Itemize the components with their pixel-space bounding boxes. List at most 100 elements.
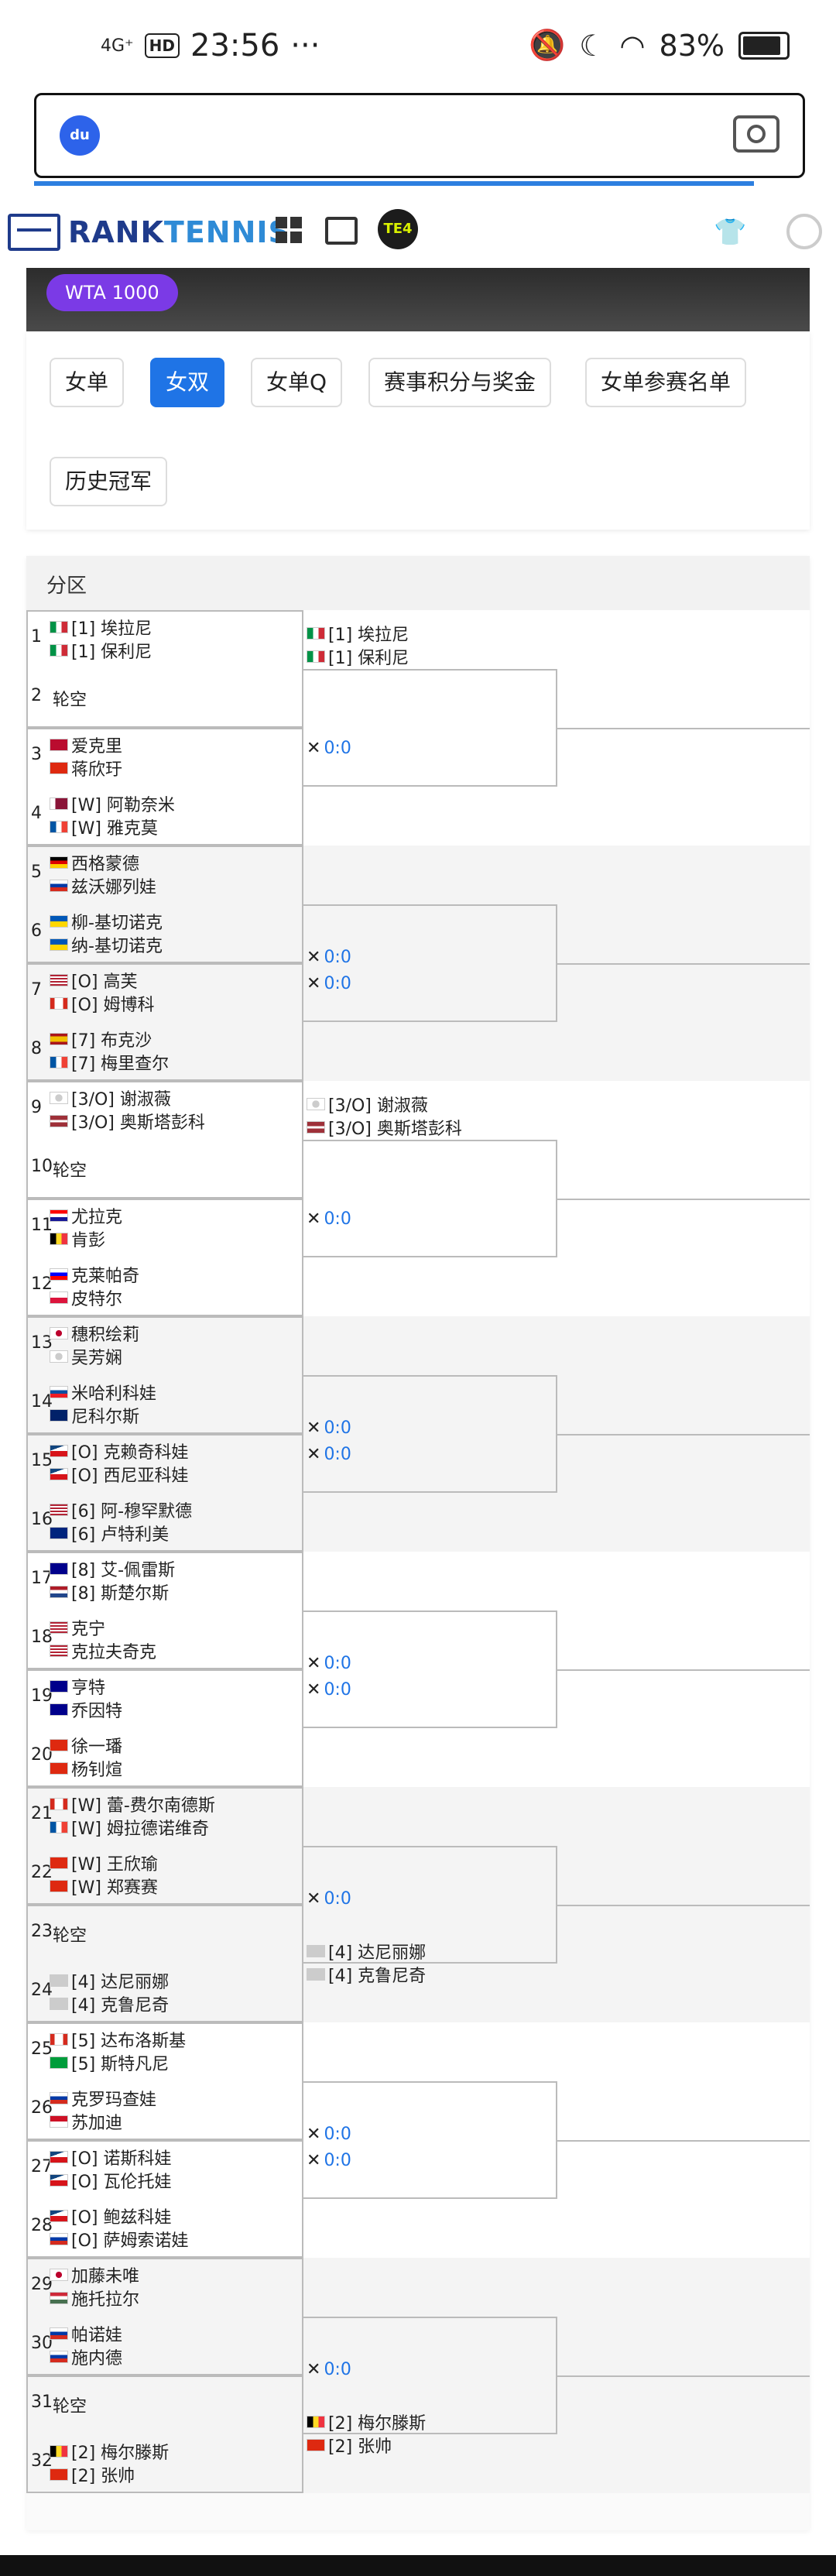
player-name[interactable]: 米哈利科娃	[50, 1380, 156, 1405]
match-score[interactable]: ✕ 0:0	[307, 1209, 351, 1229]
advanced-player[interactable]: [1] 埃拉尼	[307, 621, 409, 646]
player-name[interactable]: [O] 高芙	[50, 968, 137, 993]
player-name[interactable]: [3/O] 谢淑薇	[50, 1086, 171, 1110]
player-name[interactable]: [O] 姆博科	[50, 991, 154, 1016]
advanced-player[interactable]: [4] 克鲁尼奇	[307, 1962, 426, 1987]
match-score[interactable]: ✕ 0:0	[307, 1889, 351, 1909]
player-name[interactable]: 克莱帕奇	[50, 1262, 139, 1287]
match-score[interactable]: ✕ 0:0	[307, 974, 351, 993]
search-bar[interactable]: du	[34, 93, 805, 178]
match-score[interactable]: ✕ 0:0	[307, 739, 351, 758]
player-name[interactable]: [1] 埃拉尼	[50, 615, 152, 640]
brand-logo[interactable]: RANKTENNIS	[8, 214, 290, 251]
tab-entry-list[interactable]: 女单参赛名单	[585, 358, 747, 407]
player-name[interactable]: 亨特	[50, 1674, 105, 1699]
player-name[interactable]: 柳-基切诺克	[50, 909, 163, 934]
player-name[interactable]: [3/O] 奥斯塔彭科	[50, 1109, 205, 1134]
player-name[interactable]: 施托拉尔	[50, 2286, 139, 2310]
player-name[interactable]: 克罗玛查娃	[50, 2086, 156, 2111]
player-name[interactable]: 徐一璠	[50, 1733, 122, 1758]
player-name[interactable]: 帕诺娃	[50, 2321, 122, 2346]
flag-icon	[50, 1621, 68, 1634]
player-name[interactable]: [O] 诺斯科娃	[50, 2145, 171, 2170]
player-name[interactable]: [W] 雅克莫	[50, 815, 158, 839]
camera-icon[interactable]	[733, 115, 779, 153]
tab-womens-doubles[interactable]: 女双	[150, 358, 225, 407]
player-name[interactable]: 爱克里	[50, 732, 122, 757]
player-name[interactable]: [6] 阿-穆罕默德	[50, 1497, 192, 1522]
player-name[interactable]: 蒋欣玗	[50, 756, 122, 780]
player-name[interactable]: [O] 克赖奇科娃	[50, 1439, 188, 1463]
advanced-player[interactable]: [2] 张帅	[307, 2433, 392, 2458]
advanced-player[interactable]: [3/O] 谢淑薇	[307, 1092, 428, 1116]
draw-slot: 3 爱克里 蒋欣玗	[26, 728, 303, 787]
advanced-player[interactable]: [4] 达尼丽娜	[307, 1939, 426, 1964]
te-badge-icon[interactable]: TE4	[378, 209, 418, 249]
player-name[interactable]: [W] 蕾-费尔南德斯	[50, 1792, 215, 1816]
player-label: [1] 埃拉尼	[71, 619, 152, 639]
player-name[interactable]: [O] 西尼亚科娃	[50, 1462, 188, 1487]
player-name[interactable]: [5] 斯特凡尼	[50, 2050, 169, 2075]
player-name[interactable]: 尼科尔斯	[50, 1403, 139, 1428]
player-name[interactable]: [7] 梅里查尔	[50, 1050, 169, 1075]
player-name[interactable]: [W] 王欣瑜	[50, 1851, 158, 1875]
player-name[interactable]: 乔因特	[50, 1697, 122, 1722]
player-name[interactable]: 克拉夫奇克	[50, 1638, 156, 1663]
match-score[interactable]: ✕ 0:0	[307, 1654, 351, 1673]
match-score[interactable]: ✕ 0:0	[307, 2360, 351, 2379]
versus-icon: ✕	[307, 1889, 321, 1909]
player-name[interactable]: [W] 姆拉德诺维奇	[50, 1815, 209, 1840]
player-name[interactable]: [O] 瓦伦托娃	[50, 2168, 171, 2193]
globe-icon[interactable]	[786, 214, 822, 249]
tab-womens-qualifying[interactable]: 女单Q	[251, 358, 343, 407]
player-label: 尼科尔斯	[71, 1408, 140, 1427]
video-icon[interactable]	[325, 217, 358, 245]
brand-name-b: TENNIS	[163, 215, 290, 249]
player-name[interactable]: 加藤未唯	[50, 2262, 139, 2287]
player-name[interactable]: [O] 鲍兹科娃	[50, 2204, 171, 2228]
player-name[interactable]: 苏加迪	[50, 2109, 122, 2134]
player-name[interactable]: [W] 阿勒奈米	[50, 791, 175, 816]
player-name[interactable]: [2] 张帅	[50, 2462, 135, 2487]
player-name[interactable]: 西格蒙德	[50, 850, 139, 875]
score-value: 0:0	[324, 2151, 351, 2170]
player-name[interactable]: 肯彭	[50, 1226, 105, 1251]
player-name[interactable]: 尤拉克	[50, 1203, 122, 1228]
player-name[interactable]: [7] 布克沙	[50, 1027, 152, 1051]
player-name[interactable]: [2] 梅尔滕斯	[50, 2439, 169, 2464]
player-name[interactable]: [O] 萨姆索诺娃	[50, 2227, 188, 2252]
player-name[interactable]: [4] 达尼丽娜	[50, 1968, 169, 1993]
player-name[interactable]: 吴芳娴	[50, 1344, 122, 1369]
tab-past-champions[interactable]: 历史冠军	[50, 457, 168, 506]
advanced-player[interactable]: [1] 保利尼	[307, 644, 409, 669]
player-name[interactable]: [4] 克鲁尼奇	[50, 1991, 169, 2016]
tab-points-prize[interactable]: 赛事积分与奖金	[368, 358, 552, 407]
player-name[interactable]: [8] 斯楚尔斯	[50, 1580, 169, 1604]
player-name[interactable]: [8] 艾-佩雷斯	[50, 1556, 175, 1581]
grid-icon[interactable]	[276, 217, 302, 243]
player-name[interactable]: 纳-基切诺克	[50, 932, 163, 957]
advanced-player[interactable]: [2] 梅尔滕斯	[307, 2410, 426, 2434]
match-score[interactable]: ✕ 0:0	[307, 1445, 351, 1464]
player-name[interactable]: 杨钊煊	[50, 1756, 122, 1781]
advanced-player[interactable]: [3/O] 奥斯塔彭科	[307, 1115, 462, 1140]
player-name[interactable]: [6] 卢特利美	[50, 1521, 169, 1545]
player-name[interactable]: 兹沃娜列娃	[50, 873, 156, 898]
player-name[interactable]: [5] 达布洛斯基	[50, 2027, 186, 2052]
player-name[interactable]: 皮特尔	[50, 1285, 122, 1310]
shirt-icon[interactable]: 👕	[714, 217, 746, 248]
match-score[interactable]: ✕ 0:0	[307, 1418, 351, 1438]
player-name[interactable]: 克宁	[50, 1615, 105, 1640]
match-score[interactable]: ✕ 0:0	[307, 2125, 351, 2144]
player-name[interactable]: [W] 郑赛赛	[50, 1874, 158, 1899]
player-name[interactable]: 穗积绘莉	[50, 1321, 139, 1346]
flag-icon	[50, 880, 68, 892]
match-score[interactable]: ✕ 0:0	[307, 948, 351, 967]
match-score[interactable]: ✕ 0:0	[307, 1680, 351, 1700]
tab-womens-singles[interactable]: 女单	[50, 358, 125, 407]
draw-slot: 19 亨特 乔因特	[26, 1669, 303, 1728]
flag-icon	[50, 1056, 68, 1068]
player-name[interactable]: 施内德	[50, 2344, 122, 2369]
player-name[interactable]: [1] 保利尼	[50, 638, 152, 663]
match-score[interactable]: ✕ 0:0	[307, 2151, 351, 2170]
